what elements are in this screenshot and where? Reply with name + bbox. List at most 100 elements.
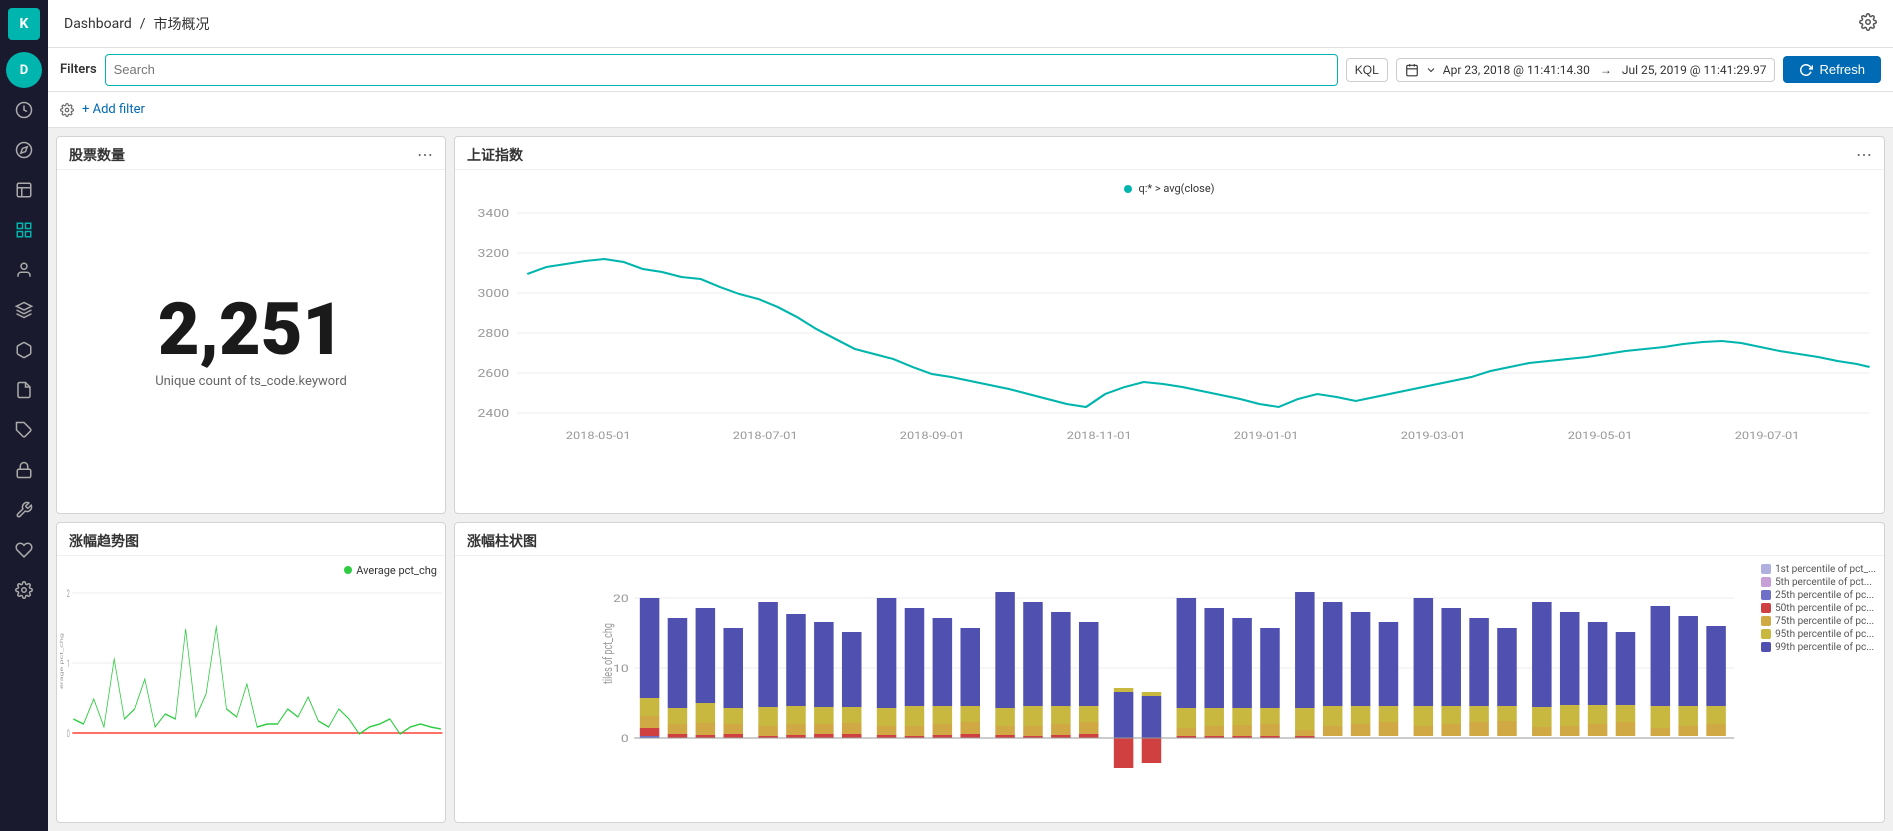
- bar-chart-svg: 20 10 0 tiles of pct_chg: [598, 584, 1741, 794]
- stock-count-menu-button[interactable]: ⋯: [417, 145, 433, 165]
- legend-item-1: 1st percentile of pct_...: [1761, 564, 1876, 575]
- svg-text:2800: 2800: [477, 327, 509, 340]
- svg-text:2600: 2600: [477, 367, 509, 380]
- breadcrumb-current: 市场概况: [154, 14, 210, 34]
- date-picker[interactable]: Apr 23, 2018 @ 11:41:14.30 → Jul 25, 201…: [1396, 58, 1776, 82]
- legend-item-7: 99th percentile of pc...: [1761, 642, 1876, 653]
- svg-text:2018-05-01: 2018-05-01: [566, 429, 631, 441]
- sidebar-item-file[interactable]: [6, 372, 42, 408]
- legend-swatch-6: [1761, 629, 1771, 639]
- add-filter-link[interactable]: + Add filter: [82, 102, 145, 117]
- svg-text:20: 20: [613, 593, 629, 605]
- svg-text:2019-05-01: 2019-05-01: [1568, 429, 1633, 441]
- kql-button[interactable]: KQL: [1346, 58, 1388, 82]
- svg-text:2: 2: [67, 588, 70, 599]
- gear-small-icon[interactable]: [60, 103, 74, 117]
- bar-chart-title: 涨幅柱状图: [467, 531, 537, 551]
- sidebar-item-box[interactable]: [6, 332, 42, 368]
- trend-chart-body: Average pct_chg 2 1 0 erage pct_chg: [57, 556, 445, 823]
- legend-swatch-7: [1761, 642, 1771, 652]
- stock-count-body: 2,251 Unique count of ts_code.keyword: [57, 170, 445, 513]
- dashboard-grid: 股票数量 ⋯ 2,251 Unique count of ts_code.key…: [48, 128, 1893, 831]
- main-content: Dashboard / 市场概况 Filters KQL Apr 23, 201…: [48, 0, 1893, 831]
- svg-text:2018-07-01: 2018-07-01: [733, 429, 798, 441]
- svg-text:1: 1: [67, 658, 70, 669]
- addfilter-bar: + Add filter: [48, 92, 1893, 128]
- metric-label: Unique count of ts_code.keyword: [155, 374, 347, 389]
- metric-wrap: 2,251 Unique count of ts_code.keyword: [155, 170, 347, 513]
- trend-chart-svg: 2 1 0 erage pct_chg: [57, 579, 445, 799]
- legend-swatch-1: [1761, 564, 1771, 574]
- sidebar-item-settings[interactable]: [6, 572, 42, 608]
- bar-chart-legend: 1st percentile of pct_... 5th percentile…: [1761, 564, 1876, 653]
- legend-item-2: 5th percentile of pct...: [1761, 577, 1876, 588]
- metric-value: 2,251: [158, 294, 344, 366]
- index-chart-menu-button[interactable]: ⋯: [1856, 145, 1872, 165]
- legend-swatch-5: [1761, 616, 1771, 626]
- filterbar: Filters KQL Apr 23, 2018 @ 11:41:14.30 →…: [48, 48, 1893, 92]
- date-start: Apr 23, 2018 @ 11:41:14.30: [1443, 63, 1590, 77]
- svg-text:3400: 3400: [477, 207, 509, 220]
- topbar-settings-icon[interactable]: [1859, 13, 1877, 35]
- legend-swatch-2: [1761, 577, 1771, 587]
- date-end: Jul 25, 2019 @ 11:41:29.97: [1622, 63, 1767, 77]
- trend-legend: Average pct_chg: [344, 564, 437, 577]
- trend-chart-title: 涨幅趋势图: [69, 531, 139, 551]
- svg-text:3000: 3000: [477, 287, 509, 300]
- legend-item-3: 25th percentile of pc...: [1761, 590, 1876, 601]
- trend-chart-panel: 涨幅趋势图 Average pct_chg 2 1 0: [56, 522, 446, 824]
- svg-text:0: 0: [67, 728, 70, 739]
- sidebar: K D: [0, 0, 48, 831]
- sidebar-item-lock[interactable]: [6, 452, 42, 488]
- sidebar-item-heart[interactable]: [6, 532, 42, 568]
- search-wrap: [105, 54, 1338, 86]
- legend-swatch-3: [1761, 590, 1771, 600]
- svg-text:2400: 2400: [477, 407, 509, 420]
- svg-text:erage pct_chg: erage pct_chg: [59, 633, 65, 689]
- stock-count-header: 股票数量 ⋯: [57, 137, 445, 170]
- refresh-button[interactable]: Refresh: [1783, 56, 1881, 83]
- svg-text:2019-01-01: 2019-01-01: [1234, 429, 1299, 441]
- svg-text:2019-07-01: 2019-07-01: [1735, 429, 1800, 441]
- stock-count-title: 股票数量: [69, 145, 125, 165]
- sidebar-avatar[interactable]: D: [6, 52, 42, 88]
- app-logo[interactable]: K: [8, 8, 40, 40]
- index-legend-label: q:* > avg(close): [1138, 182, 1214, 195]
- svg-text:2019-03-01: 2019-03-01: [1401, 429, 1466, 441]
- legend-item-6: 95th percentile of pc...: [1761, 629, 1876, 640]
- topbar: Dashboard / 市场概况: [48, 0, 1893, 48]
- svg-text:2018-11-01: 2018-11-01: [1067, 429, 1132, 441]
- index-chart-svg-wrap: 3400 3200 3000 2800 2600 2400: [463, 199, 1876, 505]
- svg-text:tiles of pct_chg: tiles of pct_chg: [600, 623, 615, 684]
- sidebar-item-tools[interactable]: [6, 492, 42, 528]
- filters-label: Filters: [60, 62, 97, 77]
- refresh-label: Refresh: [1819, 62, 1865, 77]
- index-chart-header: 上证指数 ⋯: [455, 137, 1884, 170]
- sidebar-item-layers[interactable]: [6, 292, 42, 328]
- bar-chart-header: 涨幅柱状图: [455, 523, 1884, 556]
- search-input[interactable]: [105, 54, 1338, 86]
- sidebar-item-chart[interactable]: [6, 172, 42, 208]
- index-legend-dot: [1124, 185, 1132, 193]
- breadcrumb-parent[interactable]: Dashboard: [64, 16, 132, 32]
- breadcrumb: Dashboard / 市场概况: [64, 14, 210, 34]
- trend-chart-header: 涨幅趋势图: [57, 523, 445, 556]
- stock-count-panel: 股票数量 ⋯ 2,251 Unique count of ts_code.key…: [56, 136, 446, 514]
- trend-legend-dot: [344, 566, 352, 574]
- date-arrow: →: [1600, 63, 1612, 77]
- sidebar-item-compass[interactable]: [6, 132, 42, 168]
- index-chart-body: q:* > avg(close) 3400 3200 3000 2800 260…: [455, 170, 1884, 513]
- chevron-down-icon: [1425, 64, 1437, 76]
- calendar-icon: [1405, 63, 1419, 77]
- trend-legend-label: Average pct_chg: [356, 564, 437, 577]
- index-chart-panel: 上证指数 ⋯ q:* > avg(close) 3400 3200 3000 2: [454, 136, 1885, 514]
- index-chart-svg: 3400 3200 3000 2800 2600 2400: [463, 199, 1876, 459]
- sidebar-item-clock[interactable]: [6, 92, 42, 128]
- sidebar-item-user[interactable]: [6, 252, 42, 288]
- legend-item-5: 75th percentile of pc...: [1761, 616, 1876, 627]
- sidebar-item-dashboard[interactable]: [6, 212, 42, 248]
- sidebar-item-tag[interactable]: [6, 412, 42, 448]
- bar-chart-panel: 涨幅柱状图 1st percentile of pct_... 5th perc…: [454, 522, 1885, 824]
- svg-text:0: 0: [621, 733, 629, 745]
- svg-text:3200: 3200: [477, 247, 509, 260]
